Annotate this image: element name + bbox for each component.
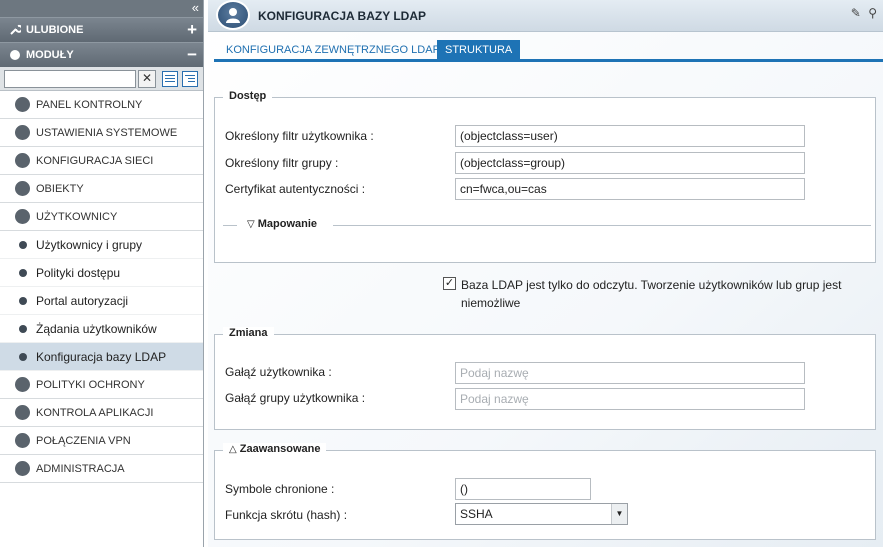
wrench-icon [8, 24, 22, 36]
title-bar: KONFIGURACJA BAZY LDAP ✎ ⚲ [208, 0, 883, 32]
access-section: Dostęp Określony filtr użytkownika : (ob… [214, 90, 876, 263]
user-branch-label: Gałąź użytkownika : [225, 365, 332, 379]
bullet-icon [19, 268, 27, 277]
sidebar-item-label: POLITYKI OCHRONY [36, 378, 145, 391]
modules-icon [8, 49, 22, 61]
sidebar-item[interactable]: POŁĄCZENIA VPN [0, 427, 203, 455]
protected-symbols-input[interactable]: () [455, 478, 591, 500]
sidebar-item-label: KONTROLA APLIKACJI [36, 406, 154, 419]
sidebar-item[interactable]: POLITYKI OCHRONY [0, 371, 203, 399]
sidebar-search-row: ✕ [0, 67, 203, 91]
bullet-icon [19, 296, 27, 305]
objects-icon [15, 181, 30, 196]
sidebar-item-label: PANEL KONTROLNY [36, 98, 143, 111]
settings-icon [15, 125, 30, 140]
sidebar-subitem[interactable]: Portal autoryzacji [0, 287, 203, 315]
readonly-checkbox[interactable]: ✓ [443, 277, 456, 290]
bullet-icon [19, 240, 27, 249]
users-icon [216, 0, 250, 30]
sidebar-subitem[interactable]: Polityki dostępu [0, 259, 203, 287]
sidebar-subitem-label: Polityki dostępu [36, 265, 121, 280]
tab-structure[interactable]: STRUKTURA [437, 40, 521, 62]
magic-wand-icon[interactable]: ✎ [851, 6, 861, 20]
sidebar-item-label: USTAWIENIA SYSTEMOWE [36, 126, 178, 139]
sidebar-item-label: POŁĄCZENIA VPN [36, 434, 131, 447]
plus-icon[interactable]: + [187, 20, 197, 40]
clear-search-button[interactable]: ✕ [138, 69, 156, 88]
hash-function-label: Funkcja skrótu (hash) : [225, 508, 348, 522]
triangle-down-icon: ▽ [247, 219, 255, 230]
tree-view-icon[interactable] [182, 70, 198, 87]
group-filter-label: Określony filtr grupy : [225, 156, 339, 170]
sidebar-item[interactable]: USTAWIENIA SYSTEMOWE [0, 119, 203, 147]
mapping-subsection[interactable]: ▽ Mapowanie [223, 218, 871, 232]
shield-icon [15, 405, 30, 420]
bullet-icon [19, 352, 27, 361]
readonly-row: ✓ Baza LDAP jest tylko do odczytu. Tworz… [443, 276, 863, 312]
hash-function-select[interactable]: SSHA ▼ [455, 503, 628, 525]
main-content: KONFIGURACJA BAZY LDAP ✎ ⚲ KONFIGURACJA … [208, 0, 883, 547]
sidebar-subitem[interactable]: Użytkownicy i grupy [0, 231, 203, 259]
chevron-down-icon[interactable]: ▼ [611, 504, 627, 524]
sidebar-collapse-bar: « [0, 0, 203, 17]
sidebar: « ULUBIONE + MODUŁY − ✕ PANEL KONTROLNY U… [0, 0, 204, 547]
vpn-icon [15, 433, 30, 448]
minus-icon[interactable]: − [187, 45, 197, 65]
sidebar-item[interactable]: KONTROLA APLIKACJI [0, 399, 203, 427]
sidebar-item[interactable]: ADMINISTRACJA [0, 455, 203, 483]
sidebar-subitem[interactable]: Żądania użytkowników [0, 315, 203, 343]
pin-icon[interactable]: ⚲ [868, 6, 877, 20]
mapping-legend[interactable]: ▽ Mapowanie [243, 218, 322, 230]
network-icon [15, 153, 30, 168]
group-branch-label: Gałąź grupy użytkownika : [225, 391, 366, 405]
modules-header[interactable]: MODUŁY − [0, 42, 203, 67]
certificate-input[interactable]: cn=fwca,ou=cas [455, 178, 805, 200]
bullet-icon [19, 324, 27, 333]
sidebar-subitem[interactable]: Konfiguracja bazy LDAP [0, 343, 203, 371]
sidebar-item[interactable]: OBIEKTY [0, 175, 203, 203]
users-icon [15, 209, 30, 224]
page-title: KONFIGURACJA BAZY LDAP [258, 9, 427, 23]
hash-function-value: SSHA [460, 507, 493, 521]
user-filter-input[interactable]: (objectclass=user) [455, 125, 805, 147]
tab-external-ldap[interactable]: KONFIGURACJA ZEWNĘTRZNEGO LDAP [218, 40, 448, 62]
sidebar-subitem-label: Użytkownicy i grupy [36, 237, 143, 252]
sidebar-item-label: UŻYTKOWNICY [36, 210, 118, 223]
sidebar-item-label: KONFIGURACJA SIECI [36, 154, 154, 167]
policy-icon [15, 377, 30, 392]
readonly-text: Baza LDAP jest tylko do odczytu. Tworzen… [461, 278, 842, 310]
change-section: Zmiana Gałąź użytkownika : Podaj nazwę G… [214, 327, 876, 430]
dashboard-icon [15, 97, 30, 112]
double-chevron-left-icon[interactable]: « [192, 0, 199, 16]
sidebar-subitem-label: Portal autoryzacji [36, 293, 129, 308]
sidebar-item[interactable]: KONFIGURACJA SIECI [0, 147, 203, 175]
certificate-label: Certyfikat autentyczności : [225, 182, 366, 196]
tabs: KONFIGURACJA ZEWNĘTRZNEGO LDAP STRUKTURA [214, 40, 883, 62]
modules-label: MODUŁY [26, 49, 74, 61]
sidebar-item[interactable]: UŻYTKOWNICY [0, 203, 203, 231]
admin-icon [15, 461, 30, 476]
advanced-legend[interactable]: △ Zaawansowane [223, 443, 327, 455]
group-branch-input[interactable]: Podaj nazwę [455, 388, 805, 410]
user-filter-label: Określony filtr użytkownika : [225, 129, 374, 143]
sidebar-subitem-label: Żądania użytkowników [36, 321, 157, 336]
protected-symbols-label: Symbole chronione : [225, 482, 335, 496]
sidebar-subitem-label: Konfiguracja bazy LDAP [36, 349, 167, 364]
title-tools: ✎ ⚲ [851, 6, 877, 20]
list-view-icon[interactable] [162, 70, 178, 87]
triangle-up-icon: △ [229, 444, 237, 455]
sidebar-search-input[interactable] [4, 69, 136, 88]
user-branch-input[interactable]: Podaj nazwę [455, 362, 805, 384]
access-legend: Dostęp [223, 90, 273, 102]
sidebar-item-label: ADMINISTRACJA [36, 462, 125, 475]
group-filter-input[interactable]: (objectclass=group) [455, 152, 805, 174]
advanced-section: △ Zaawansowane Symbole chronione : () Fu… [214, 443, 876, 540]
favorites-label: ULUBIONE [26, 24, 84, 36]
change-legend: Zmiana [223, 327, 274, 339]
favorites-header[interactable]: ULUBIONE + [0, 17, 203, 42]
sidebar-item-label: OBIEKTY [36, 182, 84, 195]
sidebar-item[interactable]: PANEL KONTROLNY [0, 91, 203, 119]
